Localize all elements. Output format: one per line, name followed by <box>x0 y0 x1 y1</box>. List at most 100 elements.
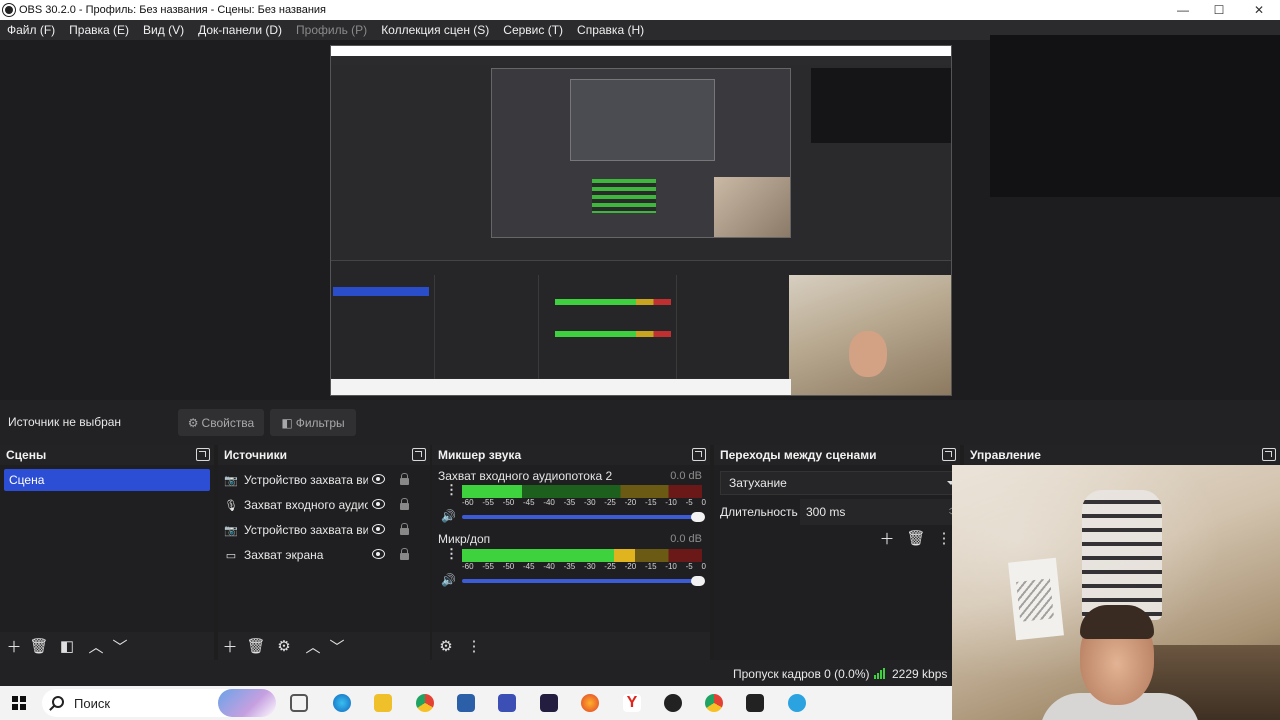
windows-start-icon[interactable] <box>12 696 26 710</box>
channel-menu-kebab-icon[interactable]: ⋮ <box>445 547 458 560</box>
chrome-icon[interactable] <box>705 694 723 712</box>
lock-icon[interactable] <box>400 498 409 511</box>
lock-icon[interactable] <box>400 473 409 486</box>
advanced-audio-gear-icon[interactable]: ⚙ <box>436 636 456 656</box>
chrome-icon[interactable] <box>416 694 434 712</box>
volume-slider[interactable] <box>462 515 698 519</box>
window-title: OBS 30.2.0 - Профиль: Без названия - Сце… <box>19 4 326 16</box>
task-view-icon[interactable] <box>290 694 308 712</box>
source-item[interactable]: 📷 Устройство захвата видео <box>224 519 424 541</box>
edge-icon[interactable] <box>333 694 351 712</box>
visibility-eye-icon[interactable] <box>372 524 385 534</box>
taskbar-search[interactable]: Поиск <box>42 689 276 717</box>
obs-logo-icon <box>3 4 15 16</box>
volume-slider-knob[interactable] <box>691 512 705 522</box>
undock-icon[interactable] <box>196 448 210 461</box>
file-explorer-icon[interactable] <box>374 694 392 712</box>
undock-icon[interactable] <box>942 448 956 461</box>
nested-screen-capture <box>491 68 791 238</box>
preview-dark-region <box>990 35 1280 197</box>
add-source-button[interactable]: ＋ <box>220 636 240 656</box>
scene-filters-icon[interactable]: ◧ <box>57 636 77 656</box>
remove-scene-icon[interactable]: 🗑 <box>29 636 49 656</box>
app-icon[interactable] <box>457 694 475 712</box>
lock-icon[interactable] <box>400 548 409 561</box>
window-titlebar: OBS 30.2.0 - Профиль: Без названия - Сце… <box>0 0 1280 20</box>
visibility-eye-icon[interactable] <box>372 474 385 484</box>
undock-icon[interactable] <box>412 448 426 461</box>
menu-file[interactable]: Файл (F) <box>7 23 55 37</box>
yandex-icon[interactable]: Y <box>623 694 641 712</box>
volume-slider[interactable] <box>462 579 698 583</box>
network-signal-icon <box>874 668 886 679</box>
telegram-icon[interactable] <box>788 694 806 712</box>
add-scene-button[interactable]: ＋ <box>4 636 24 656</box>
transition-menu-kebab-icon[interactable]: ⋮ <box>934 528 954 548</box>
move-down-icon[interactable]: ﹀ <box>327 636 347 656</box>
menu-help[interactable]: Справка (H) <box>577 23 644 37</box>
speaker-icon[interactable]: 🔊 <box>441 509 456 523</box>
scene-item[interactable]: Сцена <box>4 469 210 491</box>
meter-tick-label: -5 <box>685 562 693 571</box>
meter-tick-label: -35 <box>563 562 576 571</box>
meter-tick-label: -20 <box>624 498 637 507</box>
undock-icon[interactable] <box>692 448 706 461</box>
obs-icon[interactable] <box>540 694 558 712</box>
controls-title: Управление <box>970 448 1041 462</box>
menu-tools[interactable]: Сервис (T) <box>503 23 563 37</box>
maximize-button[interactable]: ☐ <box>1199 0 1239 20</box>
filters-button[interactable]: ◧ Фильтры <box>270 409 356 436</box>
search-placeholder: Поиск <box>74 695 111 711</box>
firefox-icon[interactable] <box>581 694 599 712</box>
audio-meter <box>462 549 702 563</box>
mixer-channel-db: 0.0 dB <box>670 470 702 482</box>
move-up-icon[interactable]: ︿ <box>86 636 106 656</box>
mixer-channel-name: Захват входного аудиопотока 2 <box>438 469 613 483</box>
nested-inner-capture <box>570 79 715 161</box>
obs-icon[interactable] <box>664 694 682 712</box>
menu-scene-collection[interactable]: Коллекция сцен (S) <box>381 23 489 37</box>
visibility-eye-icon[interactable] <box>372 549 385 559</box>
remove-transition-icon[interactable]: 🗑 <box>906 528 926 548</box>
filter-icon: ◧ <box>281 415 293 430</box>
menu-docks[interactable]: Док-панели (D) <box>198 23 282 37</box>
move-up-icon[interactable]: ︿ <box>303 636 323 656</box>
source-item[interactable]: 📷 Устройство захвата видео <box>224 469 424 491</box>
meter-tick-label: 0 <box>701 498 706 507</box>
search-icon <box>52 696 64 708</box>
source-item[interactable]: 🎙 Захват входного аудиопотока <box>224 494 424 516</box>
close-button[interactable]: ✕ <box>1239 0 1279 20</box>
move-down-icon[interactable]: ﹀ <box>110 636 130 656</box>
nested-mixer-dock <box>539 275 677 379</box>
transition-select[interactable]: Затухание <box>720 471 958 495</box>
microphone-icon: 🎙 <box>224 499 238 512</box>
nested-scene-selected <box>333 287 429 296</box>
menu-edit[interactable]: Правка (E) <box>69 23 129 37</box>
menu-view[interactable]: Вид (V) <box>143 23 184 37</box>
properties-button[interactable]: ⚙ Свойства <box>178 409 264 436</box>
webcam-overlay <box>952 465 1280 720</box>
nested-taskbar <box>331 379 791 395</box>
minimize-button[interactable]: — <box>1163 0 1203 20</box>
lock-icon[interactable] <box>400 523 409 536</box>
preview-canvas[interactable] <box>330 45 952 396</box>
meter-tick-label: -40 <box>543 562 555 571</box>
source-properties-gear-icon[interactable]: ⚙ <box>274 636 294 656</box>
visibility-eye-icon[interactable] <box>372 499 385 509</box>
speaker-icon[interactable]: 🔊 <box>441 573 456 587</box>
meter-tick-label: -25 <box>604 498 616 507</box>
mixer-menu-kebab-icon[interactable]: ⋮ <box>464 636 484 656</box>
remove-source-icon[interactable]: 🗑 <box>246 636 266 656</box>
undock-icon[interactable] <box>1262 448 1276 461</box>
source-item[interactable]: ▭ Захват экрана <box>224 544 424 566</box>
app-icon[interactable] <box>498 694 516 712</box>
mixer-dock-title: Микшер звука <box>432 445 710 465</box>
meter-tick-label: -50 <box>502 562 515 571</box>
volume-slider-knob[interactable] <box>691 576 705 586</box>
channel-menu-kebab-icon[interactable]: ⋮ <box>445 483 458 496</box>
add-transition-button[interactable]: ＋ <box>877 528 897 548</box>
meter-tick-label: -25 <box>604 562 616 571</box>
game-icon[interactable] <box>746 694 764 712</box>
duration-spinbox[interactable]: 300 ms ︿ ﹀ <box>800 499 958 525</box>
controls-dock: Управление <box>964 445 1280 465</box>
